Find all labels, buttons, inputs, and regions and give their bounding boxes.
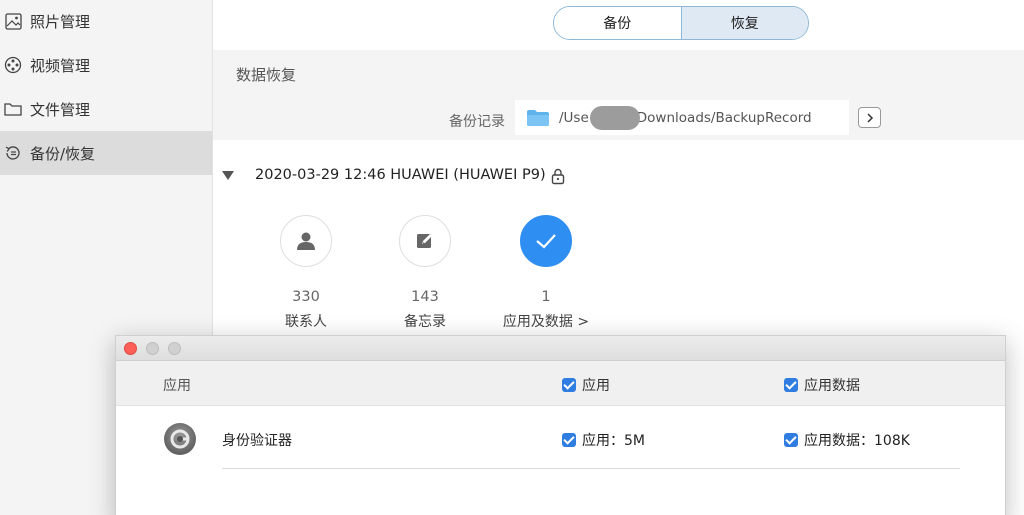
sidebar-item-files[interactable]: 文件管理 <box>0 87 212 131</box>
path-prefix: /Use <box>559 109 589 126</box>
app-data-size-label: 应用数据：108K <box>804 433 910 449</box>
app-size-label: 应用：5M <box>582 433 645 449</box>
app-data-size-option[interactable]: 应用数据：108K <box>784 430 910 450</box>
sidebar-item-photos[interactable]: 照片管理 <box>0 0 212 43</box>
category-icon-circle <box>520 215 572 267</box>
sidebar-item-videos[interactable]: 视频管理 <box>0 43 212 87</box>
checkbox-checked-icon[interactable] <box>562 378 576 392</box>
category-label: 备忘录 <box>404 314 446 330</box>
row-divider <box>222 468 960 469</box>
checkbox-checked-icon[interactable] <box>784 433 798 447</box>
sidebar-item-label: 照片管理 <box>30 12 91 31</box>
disclosure-triangle-icon[interactable] <box>222 171 234 180</box>
close-window-button[interactable] <box>124 342 137 355</box>
section-header: 数据恢复 备份记录 /Use Downloads/BackupRecord <box>213 50 1024 140</box>
zoom-window-button[interactable] <box>168 342 181 355</box>
checkbox-checked-icon[interactable] <box>784 378 798 392</box>
check-icon <box>536 234 556 249</box>
category-notes[interactable]: 143 备忘录 <box>375 215 475 331</box>
category-count: 143 <box>411 289 439 305</box>
category-contacts[interactable]: 330 联系人 <box>256 215 356 331</box>
category-label: 应用及数据 > <box>502 314 590 330</box>
category-apps-data[interactable]: 1 应用及数据 > <box>496 215 596 331</box>
category-icon-circle <box>280 215 332 267</box>
sidebar-item-label: 视频管理 <box>30 56 91 75</box>
select-all-app-data[interactable]: 应用数据 <box>784 375 860 395</box>
category-label: 联系人 <box>285 314 327 330</box>
backup-record-label: 备份记录 <box>449 114 505 130</box>
restore-icon <box>4 144 22 162</box>
sidebar-item-backup-restore[interactable]: 备份/恢复 <box>0 131 212 175</box>
photo-icon <box>4 12 22 30</box>
table-row: 身份验证器 应用：5M 应用数据：108K <box>116 406 1005 469</box>
lock-icon <box>551 168 565 185</box>
sidebar-item-label: 文件管理 <box>30 100 91 119</box>
tab-restore[interactable]: 恢复 <box>680 7 808 39</box>
folder-icon <box>527 109 549 126</box>
column-header-label: 应用 <box>582 378 610 394</box>
column-header-app: 应用 <box>163 378 191 394</box>
category-count: 330 <box>292 289 320 305</box>
chevron-right-icon <box>866 112 873 123</box>
app-data-dialog: 应用 应用 应用数据 身份验证器 应用：5M 应用数据：108K <box>115 335 1006 515</box>
backup-path-field[interactable]: /Use Downloads/BackupRecord <box>515 100 849 135</box>
folder-icon <box>4 100 22 118</box>
select-all-apps[interactable]: 应用 <box>562 375 610 395</box>
film-reel-icon <box>4 56 22 74</box>
dialog-titlebar[interactable] <box>116 336 1005 361</box>
redacted-mask <box>590 106 640 130</box>
category-count: 1 <box>541 289 551 305</box>
browse-path-button[interactable] <box>858 107 881 128</box>
table-header: 应用 应用 应用数据 <box>116 361 1005 406</box>
backup-entry[interactable]: 2020-03-29 12:46 HUAWEI (HUAWEI P9) <box>213 160 1024 194</box>
minimize-window-button[interactable] <box>146 342 159 355</box>
tab-backup[interactable]: 备份 <box>554 7 681 39</box>
app-name: 身份验证器 <box>222 433 292 449</box>
checkbox-checked-icon[interactable] <box>562 433 576 447</box>
sidebar-item-label: 备份/恢复 <box>30 144 96 163</box>
authenticator-app-icon <box>164 423 196 455</box>
note-edit-icon <box>417 234 432 248</box>
person-icon <box>297 232 315 250</box>
section-title: 数据恢复 <box>236 66 297 84</box>
backup-entry-title: 2020-03-29 12:46 HUAWEI (HUAWEI P9) <box>255 167 546 183</box>
backup-restore-toggle: 备份 恢复 <box>553 6 809 40</box>
path-suffix: Downloads/BackupRecord <box>636 109 812 126</box>
app-size-option[interactable]: 应用：5M <box>562 430 645 450</box>
category-icon-circle <box>399 215 451 267</box>
column-header-label: 应用数据 <box>804 378 860 394</box>
